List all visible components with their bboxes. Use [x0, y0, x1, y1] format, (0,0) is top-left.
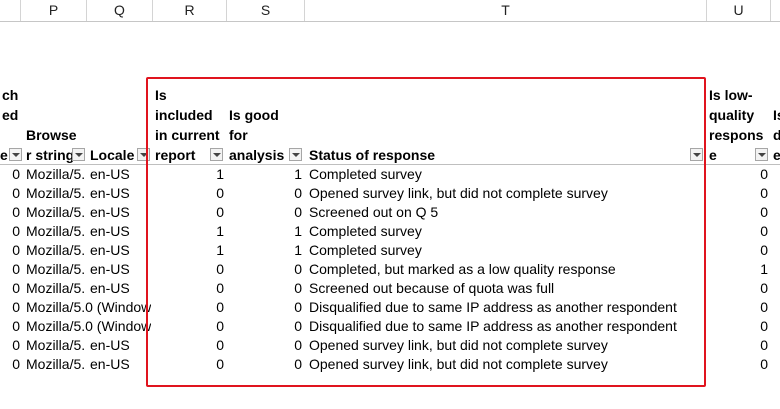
cell-browser-string[interactable]: Mozilla/5. — [26, 203, 86, 222]
cell-o[interactable]: 0 — [0, 317, 20, 336]
cell-browser-string[interactable]: Mozilla/5. — [26, 184, 86, 203]
cell-browser-string[interactable]: Mozilla/5. — [26, 241, 86, 260]
column-header-q[interactable]: Q — [87, 0, 153, 21]
cell-o[interactable]: 0 — [0, 165, 20, 184]
header-p-line1: Browse — [26, 127, 77, 143]
column-header-s[interactable]: S — [227, 0, 305, 21]
cell-o[interactable]: 0 — [0, 184, 20, 203]
cell-o[interactable]: 0 — [0, 298, 20, 317]
cell-low-quality[interactable]: 0 — [707, 317, 768, 336]
cell-low-quality[interactable]: 0 — [707, 355, 768, 374]
cell-o[interactable]: 0 — [0, 355, 20, 374]
header-v-line3: e — [773, 147, 780, 163]
cell-locale[interactable]: en-US — [90, 336, 152, 355]
header-o-line2: ed — [2, 107, 19, 123]
header-v-line2: d — [773, 127, 780, 143]
highlight-rectangle — [146, 77, 706, 387]
header-u-line4: e — [709, 147, 717, 163]
header-u-line3: respons — [709, 127, 764, 143]
cell-o[interactable]: 0 — [0, 336, 20, 355]
column-header-p[interactable]: P — [21, 0, 87, 21]
cell-browser-string[interactable]: Mozilla/5.0 (Window — [26, 298, 151, 317]
cell-locale[interactable]: en-US — [90, 184, 152, 203]
cell-o[interactable]: 0 — [0, 279, 20, 298]
header-p-line2: r string — [26, 147, 75, 163]
cell-low-quality[interactable]: 0 — [707, 336, 768, 355]
cell-browser-string[interactable]: Mozilla/5.0 (Window — [26, 317, 151, 336]
header-u-line2: quality — [709, 107, 755, 123]
cell-low-quality[interactable]: 0 — [707, 165, 768, 184]
column-header-o[interactable] — [0, 0, 21, 21]
cell-o[interactable]: 0 — [0, 203, 20, 222]
cell-o[interactable]: 0 — [0, 241, 20, 260]
cell-low-quality[interactable]: 0 — [707, 241, 768, 260]
cell-locale[interactable]: en-US — [90, 260, 152, 279]
cell-low-quality[interactable]: 0 — [707, 298, 768, 317]
cell-browser-string[interactable]: Mozilla/5. — [26, 279, 86, 298]
column-header-v[interactable] — [771, 0, 780, 21]
cell-low-quality[interactable]: 0 — [707, 222, 768, 241]
column-header-u[interactable]: U — [707, 0, 771, 21]
header-o-line1: ch — [2, 87, 19, 103]
column-header-bar: P Q R S T U — [0, 0, 780, 22]
cell-browser-string[interactable]: Mozilla/5. — [26, 355, 86, 374]
column-header-r[interactable]: R — [153, 0, 227, 21]
header-o-line3: e — [0, 147, 8, 163]
cell-locale[interactable]: en-US — [90, 355, 152, 374]
cell-locale[interactable]: en-US — [90, 203, 152, 222]
cell-o[interactable]: 0 — [0, 222, 20, 241]
cell-low-quality[interactable]: 0 — [707, 279, 768, 298]
cell-browser-string[interactable]: Mozilla/5. — [26, 165, 86, 184]
cell-locale[interactable]: en-US — [90, 165, 152, 184]
header-u-line1: Is low- — [709, 87, 753, 103]
cell-low-quality[interactable]: 0 — [707, 184, 768, 203]
cell-locale[interactable]: en-US — [90, 241, 152, 260]
filter-dropdown-p[interactable] — [72, 148, 85, 161]
column-header-t[interactable]: T — [305, 0, 707, 21]
cell-o[interactable]: 0 — [0, 260, 20, 279]
cell-low-quality[interactable]: 1 — [707, 260, 768, 279]
filter-dropdown-o[interactable] — [9, 148, 22, 161]
filter-dropdown-u[interactable] — [755, 148, 768, 161]
header-locale: Locale — [90, 147, 135, 163]
cell-locale[interactable]: en-US — [90, 222, 152, 241]
header-v-line1: Is — [773, 107, 780, 123]
cell-locale[interactable]: en-US — [90, 279, 152, 298]
cell-browser-string[interactable]: Mozilla/5. — [26, 222, 86, 241]
cell-browser-string[interactable]: Mozilla/5. — [26, 260, 86, 279]
cell-browser-string[interactable]: Mozilla/5. — [26, 336, 86, 355]
cell-low-quality[interactable]: 0 — [707, 203, 768, 222]
